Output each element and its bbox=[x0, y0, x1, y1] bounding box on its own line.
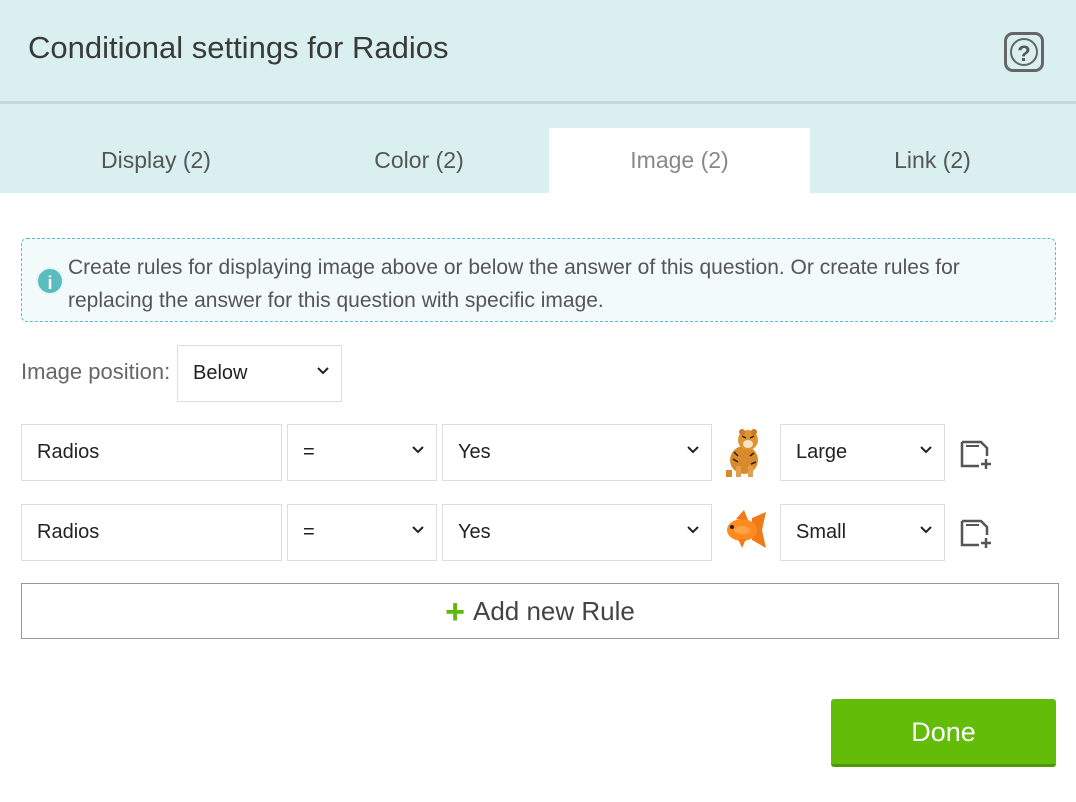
done-button[interactable]: Done bbox=[831, 699, 1056, 767]
rule-2-field-value: Radios bbox=[37, 521, 100, 543]
image-position-value: Below bbox=[193, 362, 248, 384]
info-text: Create rules for displaying image above … bbox=[68, 256, 960, 312]
rule-1-value-select[interactable]: Yes bbox=[442, 424, 712, 481]
rule-2-operator-value: = bbox=[303, 521, 315, 543]
tab-color[interactable]: Color (2) bbox=[288, 128, 550, 193]
image-position-select[interactable]: Below bbox=[177, 345, 342, 402]
rule-1-size-value: Large bbox=[796, 441, 848, 463]
chevron-down-icon bbox=[920, 443, 932, 455]
chevron-down-icon bbox=[317, 364, 329, 376]
goldfish-image[interactable] bbox=[722, 508, 768, 560]
plus-icon: + bbox=[445, 593, 465, 631]
rule-2-value-text: Yes bbox=[458, 521, 491, 543]
tab-display[interactable]: Display (2) bbox=[26, 128, 286, 193]
image-position-label: Image position: bbox=[21, 359, 171, 384]
info-icon: i bbox=[36, 267, 64, 295]
dialog-title: Conditional settings for Radios bbox=[28, 30, 449, 65]
rule-1-field-input[interactable]: Radios bbox=[21, 424, 282, 481]
dialog-header: Conditional settings for Radios ? bbox=[0, 0, 1076, 104]
add-image-icon[interactable] bbox=[959, 515, 993, 549]
add-image-icon[interactable] bbox=[959, 436, 993, 470]
rule-1-size-select[interactable]: Large bbox=[780, 424, 945, 481]
tab-image[interactable]: Image (2) bbox=[549, 128, 810, 193]
chevron-down-icon bbox=[412, 523, 424, 535]
tiger-image[interactable] bbox=[720, 426, 766, 478]
info-box: i Create rules for displaying image abov… bbox=[21, 238, 1056, 322]
chevron-down-icon bbox=[687, 443, 699, 455]
question-icon[interactable]: ? bbox=[1004, 32, 1044, 72]
rule-2-size-select[interactable]: Small bbox=[780, 504, 945, 561]
rule-1-value-text: Yes bbox=[458, 441, 491, 463]
tab-bar: Display (2) Color (2) Image (2) Link (2) bbox=[0, 104, 1076, 193]
rule-2-size-value: Small bbox=[796, 521, 847, 543]
rule-2-value-select[interactable]: Yes bbox=[442, 504, 712, 561]
chevron-down-icon bbox=[920, 523, 932, 535]
add-rule-button[interactable]: + Add new Rule bbox=[21, 583, 1059, 639]
chevron-down-icon bbox=[412, 443, 424, 455]
add-rule-label: Add new Rule bbox=[472, 596, 635, 626]
chevron-down-icon bbox=[687, 523, 699, 535]
rule-1-operator-value: = bbox=[303, 441, 315, 463]
rule-1-operator-select[interactable]: = bbox=[287, 424, 437, 481]
rule-2-field-input[interactable]: Radios bbox=[21, 504, 282, 561]
tab-link[interactable]: Link (2) bbox=[810, 128, 1055, 193]
rule-1-field-value: Radios bbox=[37, 441, 100, 463]
rule-2-operator-select[interactable]: = bbox=[287, 504, 437, 561]
